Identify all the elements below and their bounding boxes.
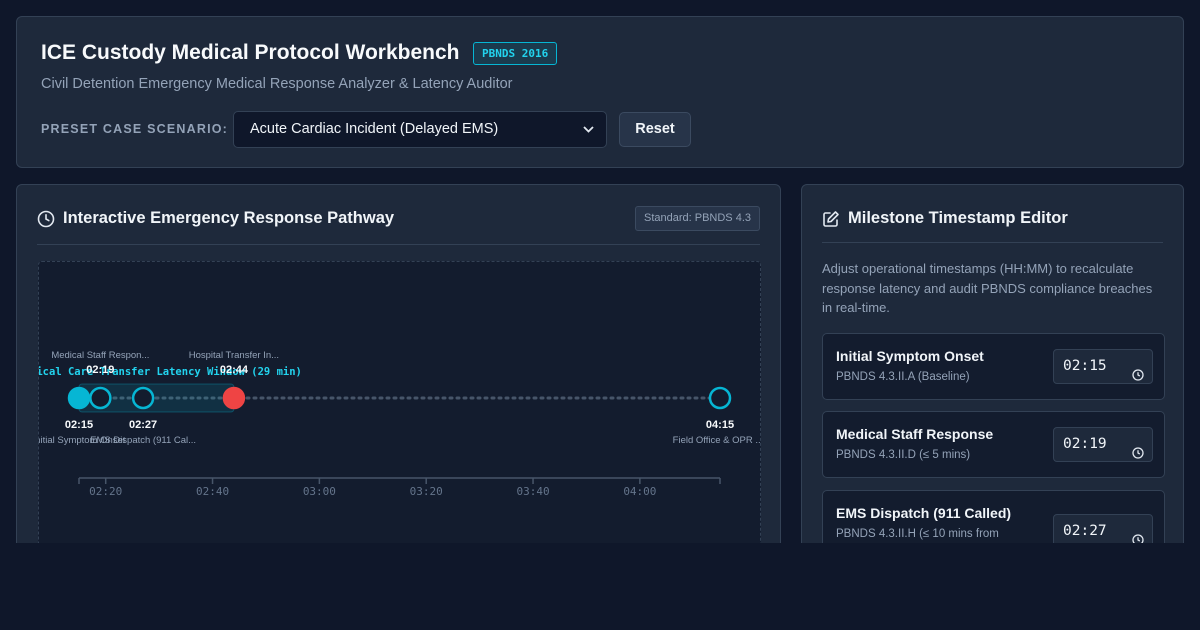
editor-divider xyxy=(822,242,1163,243)
latency-window-label: Critical Care Transfer Latency Window (2… xyxy=(39,366,302,378)
event-label: Medical Staff Respon... xyxy=(51,350,149,361)
milestone-card: Initial Symptom Onset PBNDS 4.3.II.A (Ba… xyxy=(822,333,1165,400)
axis-tick-label: 03:00 xyxy=(303,485,336,498)
timeline-canvas[interactable]: Critical Care Transfer Latency Window (2… xyxy=(38,261,761,561)
event-marker[interactable] xyxy=(222,386,246,410)
event-time: 02:19 xyxy=(86,364,114,376)
preset-label: PRESET CASE SCENARIO: xyxy=(41,122,229,136)
editor-card: Milestone Timestamp Editor Adjust operat… xyxy=(801,184,1184,584)
milestone-time-input[interactable]: 02:19 xyxy=(1053,427,1153,462)
event-marker[interactable] xyxy=(131,386,155,410)
clock-icon[interactable] xyxy=(1132,439,1144,472)
pathway-card: Interactive Emergency Response Pathway S… xyxy=(16,184,781,584)
axis-tick-label: 04:00 xyxy=(623,485,656,498)
event-label: Hospital Transfer In... xyxy=(189,350,279,361)
milestone-time-value: 02:15 xyxy=(1063,358,1107,374)
axis-tick-label: 03:40 xyxy=(516,485,549,498)
preset-scenario-select[interactable]: Acute Cardiac Incident (Delayed EMS) xyxy=(233,111,607,148)
milestone-title: Initial Symptom Onset xyxy=(836,348,984,364)
event-label: EMS Dispatch (911 Cal... xyxy=(90,435,196,446)
editor-title: Milestone Timestamp Editor xyxy=(848,209,1068,227)
milestone-standard: PBNDS 4.3.II.A (Baseline) xyxy=(836,371,970,383)
event-marker[interactable] xyxy=(89,386,112,410)
milestone-time-value: 02:27 xyxy=(1063,523,1107,539)
event-label: Field Office & OPR ... xyxy=(673,435,761,446)
standard-badge: PBNDS 2016 xyxy=(473,42,558,65)
clock-icon xyxy=(37,210,55,228)
pathway-heading: Interactive Emergency Response Pathway xyxy=(37,209,394,228)
event-time: 04:15 xyxy=(706,419,734,431)
axis-tick-label: 02:20 xyxy=(89,485,122,498)
editor-heading: Milestone Timestamp Editor xyxy=(822,209,1068,228)
axis-tick-label: 02:40 xyxy=(196,485,229,498)
preset-select-value: Acute Cardiac Incident (Delayed EMS) xyxy=(250,121,499,137)
milestone-card: Medical Staff Response PBNDS 4.3.II.D (≤… xyxy=(822,411,1165,478)
event-marker[interactable] xyxy=(67,386,91,410)
milestone-time-value: 02:19 xyxy=(1063,436,1107,452)
milestone-standard: PBNDS 4.3.II.H (≤ 10 mins from xyxy=(836,528,999,540)
milestone-title: Medical Staff Response xyxy=(836,426,994,442)
milestone-standard: PBNDS 4.3.II.D (≤ 5 mins) xyxy=(836,449,971,461)
header-card: ICE Custody Medical Protocol Workbench P… xyxy=(16,16,1184,168)
edit-icon xyxy=(822,210,840,228)
event-marker[interactable] xyxy=(708,386,732,410)
pathway-title: Interactive Emergency Response Pathway xyxy=(63,209,395,227)
event-time: 02:15 xyxy=(65,419,93,431)
reset-button[interactable]: Reset xyxy=(619,112,691,147)
axis-tick-label: 03:20 xyxy=(410,485,443,498)
timeline-svg: Critical Care Transfer Latency Window (2… xyxy=(39,350,761,498)
pathway-divider xyxy=(37,244,760,245)
milestone-time-input[interactable]: 02:15 xyxy=(1053,349,1153,384)
viewport-clip xyxy=(0,543,1200,630)
standard-tag: Standard: PBNDS 4.3 xyxy=(634,206,760,231)
app-subtitle: Civil Detention Emergency Medical Respon… xyxy=(41,76,513,92)
editor-intro: Adjust operational timestamps (HH:MM) to… xyxy=(822,261,1153,315)
app-title: ICE Custody Medical Protocol Workbench xyxy=(41,41,460,64)
chevron-down-icon xyxy=(583,112,594,162)
event-time: 02:27 xyxy=(129,419,157,431)
clock-icon[interactable] xyxy=(1132,361,1144,394)
event-time: 02:44 xyxy=(220,364,249,376)
milestone-title: EMS Dispatch (911 Called) xyxy=(836,505,1012,521)
